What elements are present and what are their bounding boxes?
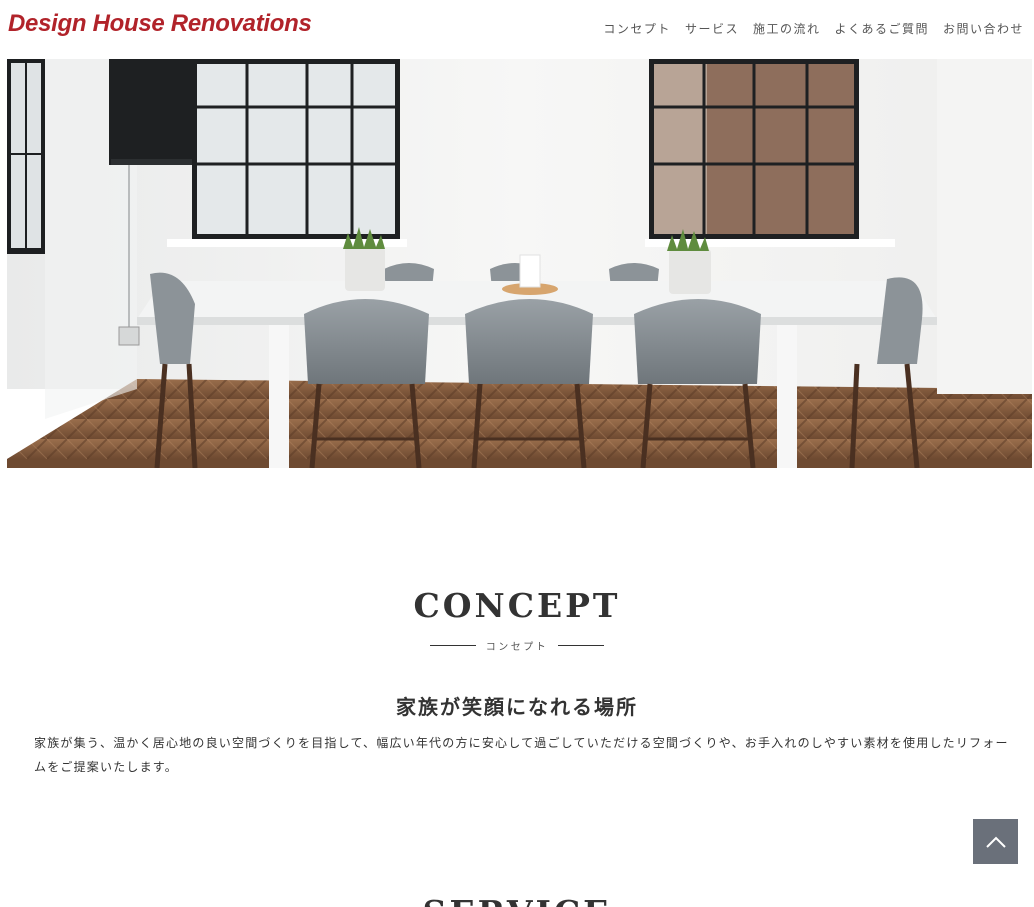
service-title: SERVICE [0, 893, 1034, 907]
global-nav: コンセプト サービス 施工の流れ よくあるご質問 お問い合わせ [603, 20, 1024, 37]
scroll-to-top-button[interactable] [973, 819, 1018, 864]
nav-item-faq[interactable]: よくあるご質問 [834, 20, 929, 37]
divider-right [558, 645, 605, 646]
nav-item-flow[interactable]: 施工の流れ [753, 20, 821, 37]
concept-heading: 家族が笑顔になれる場所 [396, 695, 638, 719]
concept-subtitle: コンセプト [0, 638, 1034, 653]
nav-item-contact[interactable]: お問い合わせ [943, 20, 1024, 37]
concept-body: 家族が集う、温かく居心地の良い空間づくりを目指して、幅広い年代の方に安心して過ご… [34, 736, 1009, 774]
concept-title: CONCEPT [413, 586, 621, 625]
site-header: Design House Renovations コンセプト サービス 施工の流… [0, 0, 1034, 59]
nav-item-service[interactable]: サービス [685, 20, 739, 37]
divider-left [429, 645, 476, 646]
nav-item-concept[interactable]: コンセプト [603, 20, 671, 37]
hero-image [7, 59, 1032, 468]
site-logo[interactable]: Design House Renovations [8, 10, 312, 38]
concept-subtitle-text: コンセプト [485, 642, 549, 653]
service-title-text: SERVICE [0, 893, 1034, 907]
chevron-up-icon [985, 836, 1006, 848]
